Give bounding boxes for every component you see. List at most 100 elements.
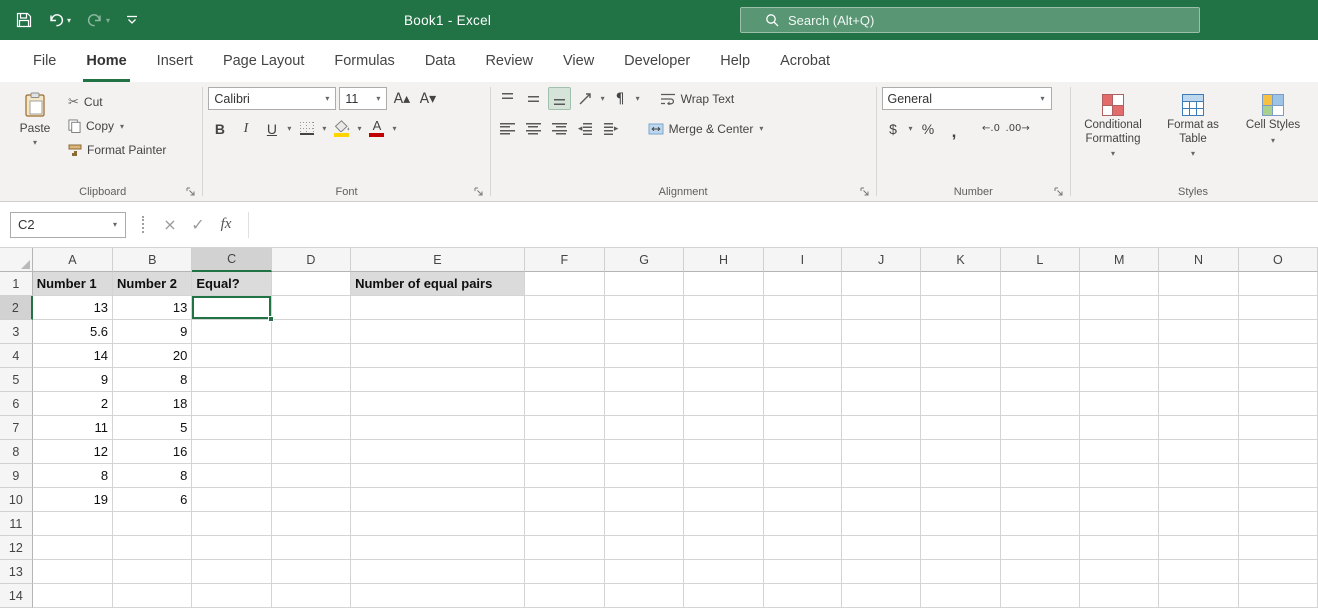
cell-i11[interactable]	[763, 512, 842, 536]
cell-e13[interactable]	[351, 560, 525, 584]
tab-insert[interactable]: Insert	[142, 40, 208, 82]
bottom-align-button[interactable]	[547, 87, 571, 110]
cell-a10[interactable]: 19	[32, 488, 114, 512]
increase-indent-button[interactable]: ▸	[600, 117, 623, 140]
align-left-button[interactable]	[496, 117, 519, 140]
cell-d3[interactable]	[271, 320, 352, 344]
top-align-button[interactable]	[496, 87, 519, 110]
cell-a12[interactable]	[32, 536, 114, 560]
cell-o2[interactable]	[1238, 296, 1318, 320]
undo-button[interactable]: ▾	[48, 13, 71, 27]
copy-dropdown-icon[interactable]: ▾	[120, 122, 124, 131]
cell-o13[interactable]	[1238, 560, 1318, 584]
cell-d11[interactable]	[271, 512, 352, 536]
cell-c3[interactable]	[192, 320, 272, 344]
cell-a1[interactable]: Number 1	[32, 272, 114, 296]
column-header-a[interactable]: A	[32, 248, 114, 272]
paste-button[interactable]: Paste ▾	[8, 87, 62, 161]
cell-j7[interactable]	[841, 416, 922, 440]
cell-g3[interactable]	[604, 320, 685, 344]
cell-d1[interactable]	[271, 272, 352, 296]
merge-center-dropdown-icon[interactable]: ▾	[759, 124, 763, 133]
undo-dropdown-icon[interactable]: ▾	[67, 16, 71, 25]
cell-d12[interactable]	[271, 536, 352, 560]
cell-f4[interactable]	[524, 344, 605, 368]
cell-b1[interactable]: Number 2	[113, 272, 193, 296]
cell-k8[interactable]	[921, 440, 1001, 464]
cell-n3[interactable]	[1159, 320, 1239, 344]
cell-h12[interactable]	[684, 536, 764, 560]
cell-b6[interactable]: 18	[113, 392, 193, 416]
cell-g13[interactable]	[604, 560, 685, 584]
cell-f1[interactable]	[524, 272, 605, 296]
column-header-k[interactable]: K	[921, 248, 1001, 272]
format-as-table-button[interactable]: Format as Table ▾	[1156, 87, 1230, 159]
column-header-f[interactable]: F	[524, 248, 605, 272]
cell-i2[interactable]	[763, 296, 842, 320]
tab-help[interactable]: Help	[705, 40, 765, 82]
cell-g10[interactable]	[604, 488, 685, 512]
cell-i10[interactable]	[763, 488, 842, 512]
cell-e8[interactable]	[351, 440, 525, 464]
paste-dropdown-icon[interactable]: ▾	[33, 138, 37, 147]
cell-l9[interactable]	[1000, 464, 1080, 488]
cell-b2[interactable]: 13	[113, 296, 193, 320]
format-as-table-dropdown-icon[interactable]: ▾	[1191, 149, 1195, 158]
font-dialog-launcher[interactable]	[474, 187, 484, 197]
cell-c10[interactable]	[192, 488, 272, 512]
cell-a9[interactable]: 8	[32, 464, 114, 488]
cell-j2[interactable]	[841, 296, 922, 320]
cell-i12[interactable]	[763, 536, 842, 560]
cell-m13[interactable]	[1079, 560, 1160, 584]
cell-d6[interactable]	[271, 392, 352, 416]
cell-l10[interactable]	[1000, 488, 1080, 512]
cell-e2[interactable]	[351, 296, 525, 320]
cell-m2[interactable]	[1079, 296, 1160, 320]
cell-j6[interactable]	[841, 392, 922, 416]
formula-input[interactable]	[257, 202, 1318, 247]
cell-o1[interactable]	[1238, 272, 1318, 296]
cell-f9[interactable]	[524, 464, 605, 488]
cell-f13[interactable]	[524, 560, 605, 584]
cell-g2[interactable]	[604, 296, 685, 320]
cell-f12[interactable]	[524, 536, 605, 560]
align-right-button[interactable]	[548, 117, 571, 140]
cell-h1[interactable]	[684, 272, 764, 296]
cell-b4[interactable]: 20	[113, 344, 193, 368]
column-header-h[interactable]: H	[684, 248, 764, 272]
cell-e11[interactable]	[351, 512, 525, 536]
cell-j8[interactable]	[841, 440, 922, 464]
row-header-1[interactable]: 1	[0, 272, 33, 296]
cell-i7[interactable]	[763, 416, 842, 440]
cell-f14[interactable]	[524, 584, 605, 608]
cell-m14[interactable]	[1079, 584, 1160, 608]
fill-color-dropdown-icon[interactable]: ▾	[357, 124, 361, 133]
cell-b11[interactable]	[113, 512, 193, 536]
cell-g12[interactable]	[604, 536, 685, 560]
tab-data[interactable]: Data	[410, 40, 471, 82]
cell-f6[interactable]	[524, 392, 605, 416]
cell-a8[interactable]: 12	[32, 440, 114, 464]
number-format-dropdown-icon[interactable]: ▾	[1040, 94, 1044, 103]
cell-j10[interactable]	[841, 488, 922, 512]
cell-c8[interactable]	[192, 440, 272, 464]
row-header-2[interactable]: 2	[0, 296, 33, 320]
cell-j14[interactable]	[841, 584, 922, 608]
cell-e9[interactable]	[351, 464, 525, 488]
cell-j5[interactable]	[841, 368, 922, 392]
search-box[interactable]: Search (Alt+Q)	[740, 7, 1200, 33]
cell-c6[interactable]	[192, 392, 272, 416]
redo-button[interactable]: ▾	[87, 13, 110, 27]
name-box-dropdown-icon[interactable]: ▾	[113, 220, 117, 229]
cell-i4[interactable]	[763, 344, 842, 368]
cell-m11[interactable]	[1079, 512, 1160, 536]
cell-k7[interactable]	[921, 416, 1001, 440]
column-header-j[interactable]: J	[842, 248, 922, 272]
cell-d13[interactable]	[271, 560, 352, 584]
cell-g8[interactable]	[604, 440, 685, 464]
cell-b3[interactable]: 9	[113, 320, 193, 344]
cell-k2[interactable]	[921, 296, 1001, 320]
cell-c1[interactable]: Equal?	[192, 272, 272, 296]
cell-n5[interactable]	[1159, 368, 1239, 392]
cell-i5[interactable]	[763, 368, 842, 392]
